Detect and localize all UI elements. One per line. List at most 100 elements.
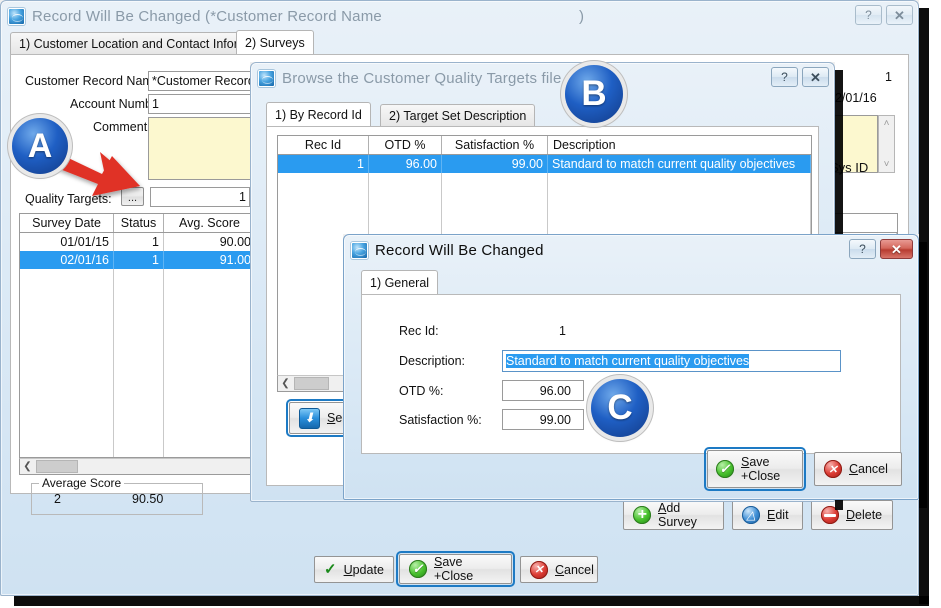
main-window-titlebar-buttons: ? ✕ [855,5,913,25]
main-window-title: Record Will Be Changed (*Customer Record… [32,8,382,25]
edit-label: Edit [767,508,789,522]
dialog-cancel-button[interactable]: Cancel [814,452,902,486]
callout-badge-b: B [565,65,623,123]
add-survey-button[interactable]: Add Survey [623,500,724,530]
delete-label: Delete [846,508,882,522]
scroll-thumb[interactable] [294,377,329,390]
help-button[interactable]: ? [771,67,798,87]
cell-otd: 96.00 [369,155,442,173]
dialog-save-close-label: Save+Close [741,455,780,484]
save-close-label: Save +Close [434,555,502,583]
dialog-cancel-label: Cancel [849,462,888,476]
average-score-count: 2 [54,492,61,506]
cancel-circle-icon [530,561,548,579]
browse-window-titlebar-buttons: ? ✕ [771,67,829,87]
callout-badge-a: A [12,118,68,174]
callout-badge-a-label: A [28,127,53,166]
help-button[interactable]: ? [855,5,882,25]
help-button[interactable]: ? [849,239,876,259]
edit-button[interactable]: Edit [732,500,803,530]
survey-grid-col-status[interactable]: Status [114,214,164,232]
satisfaction-label: Satisfaction %: [399,413,482,427]
edit-dialog: Record Will Be Changed ? ✕ 1) General Re… [343,234,919,500]
cell-avg-score: 90.00 [164,233,256,251]
edit-dialog-title: Record Will Be Changed [375,242,544,259]
average-score-caption: Average Score [39,476,124,490]
tab-surveys-label: 2) Surveys [245,36,305,50]
globe-icon [8,8,25,25]
callout-badge-b-label: B [581,74,606,114]
average-score-group: Average Score 2 90.50 [31,483,203,515]
add-survey-label: Add Survey [658,501,714,529]
tab-target-set-description-label: 2) Target Set Description [389,109,526,123]
quality-targets-input[interactable]: 1 [150,187,250,207]
triangle-circle-icon [742,506,760,524]
tab-target-set-description[interactable]: 2) Target Set Description [380,104,535,126]
otd-label: OTD %: [399,384,443,398]
delete-button[interactable]: Delete [811,500,893,530]
cancel-circle-icon [824,460,842,478]
scroll-left-icon[interactable]: ❮ [20,459,35,474]
tab-general-label: 1) General [370,276,429,290]
rec-id-value: 1 [559,324,566,338]
scroll-thumb[interactable] [36,460,78,473]
dialog-save-close-button[interactable]: Save+Close [707,450,803,488]
close-button[interactable]: ✕ [802,67,829,87]
update-label: Update [344,563,384,577]
cell-avg-score: 91.00 [164,251,256,269]
cancel-button[interactable]: Cancel [520,556,598,583]
tab-by-record-id[interactable]: 1) By Record Id [266,102,371,126]
edit-dialog-titlebar[interactable]: Record Will Be Changed ? ✕ [344,235,918,265]
browse-window-titlebar[interactable]: Browse the Customer Quality Targets file… [251,63,834,93]
right-count-value: 1 [885,70,892,84]
description-label: Description: [399,354,465,368]
download-icon [299,408,320,429]
otd-input[interactable]: 96.00 [502,380,584,401]
edit-dialog-shadow-right [919,242,927,508]
targets-grid-header: Rec Id OTD % Satisfaction % Description [278,136,811,155]
scroll-left-icon[interactable]: ❮ [278,376,293,391]
survey-grid-col-survey-date[interactable]: Survey Date [20,214,114,232]
globe-icon [258,70,275,87]
plus-circle-icon [633,506,651,524]
browse-window-title: Browse the Customer Quality Targets file [282,70,562,87]
tab-general[interactable]: 1) General [361,270,438,294]
targets-grid-col-description[interactable]: Description [548,136,811,154]
satisfaction-input[interactable]: 99.00 [502,409,584,430]
survey-grid-col-avg-score[interactable]: Avg. Score [164,214,256,232]
edit-dialog-titlebar-buttons: ? ✕ [849,239,913,259]
tab-surveys[interactable]: 2) Surveys [236,30,314,54]
save-close-button[interactable]: Save +Close [399,554,512,584]
cell-description: Standard to match current quality object… [548,155,811,173]
table-row[interactable]: 1 96.00 99.00 Standard to match current … [278,155,811,173]
scroll-up-icon[interactable]: ˄ [884,116,890,131]
right-memo-vscrollbar[interactable]: ˄ ˅ [878,115,895,173]
targets-grid-col-otd[interactable]: OTD % [369,136,442,154]
main-window-titlebar[interactable]: Record Will Be Changed (*Customer Record… [1,1,918,31]
description-input-value: Standard to match current quality object… [506,354,749,368]
main-window-tabstrip: 1) Customer Location and Contact Informa… [0,30,919,52]
targets-grid-col-satisfaction[interactable]: Satisfaction % [442,136,548,154]
close-button[interactable]: ✕ [886,5,913,25]
update-button[interactable]: ✓ Update [314,556,394,583]
callout-badge-c: C [591,379,649,437]
comment-label: Comment: [93,120,151,134]
cell-status: 1 [114,233,164,251]
tab-by-record-id-label: 1) By Record Id [275,108,362,122]
browse-window-tabstrip: 1) By Record Id 2) Target Set Descriptio… [250,102,835,124]
close-icon: ✕ [894,9,905,22]
targets-grid-col-rec-id[interactable]: Rec Id [278,136,369,154]
average-score-value: 90.50 [132,492,163,506]
callout-badge-c-label: C [607,388,632,428]
cell-status: 1 [114,251,164,269]
rec-id-label: Rec Id: [399,324,439,338]
check-circle-icon [409,560,427,578]
check-circle-icon [716,460,734,478]
cell-rec-id: 1 [278,155,369,173]
description-input[interactable]: Standard to match current quality object… [502,350,841,372]
cancel-label: Cancel [555,563,594,577]
edit-dialog-tabstrip: 1) General [343,270,919,292]
scroll-down-icon[interactable]: ˅ [884,157,890,172]
close-button[interactable]: ✕ [880,239,913,259]
cell-survey-date: 02/01/16 [20,251,114,269]
